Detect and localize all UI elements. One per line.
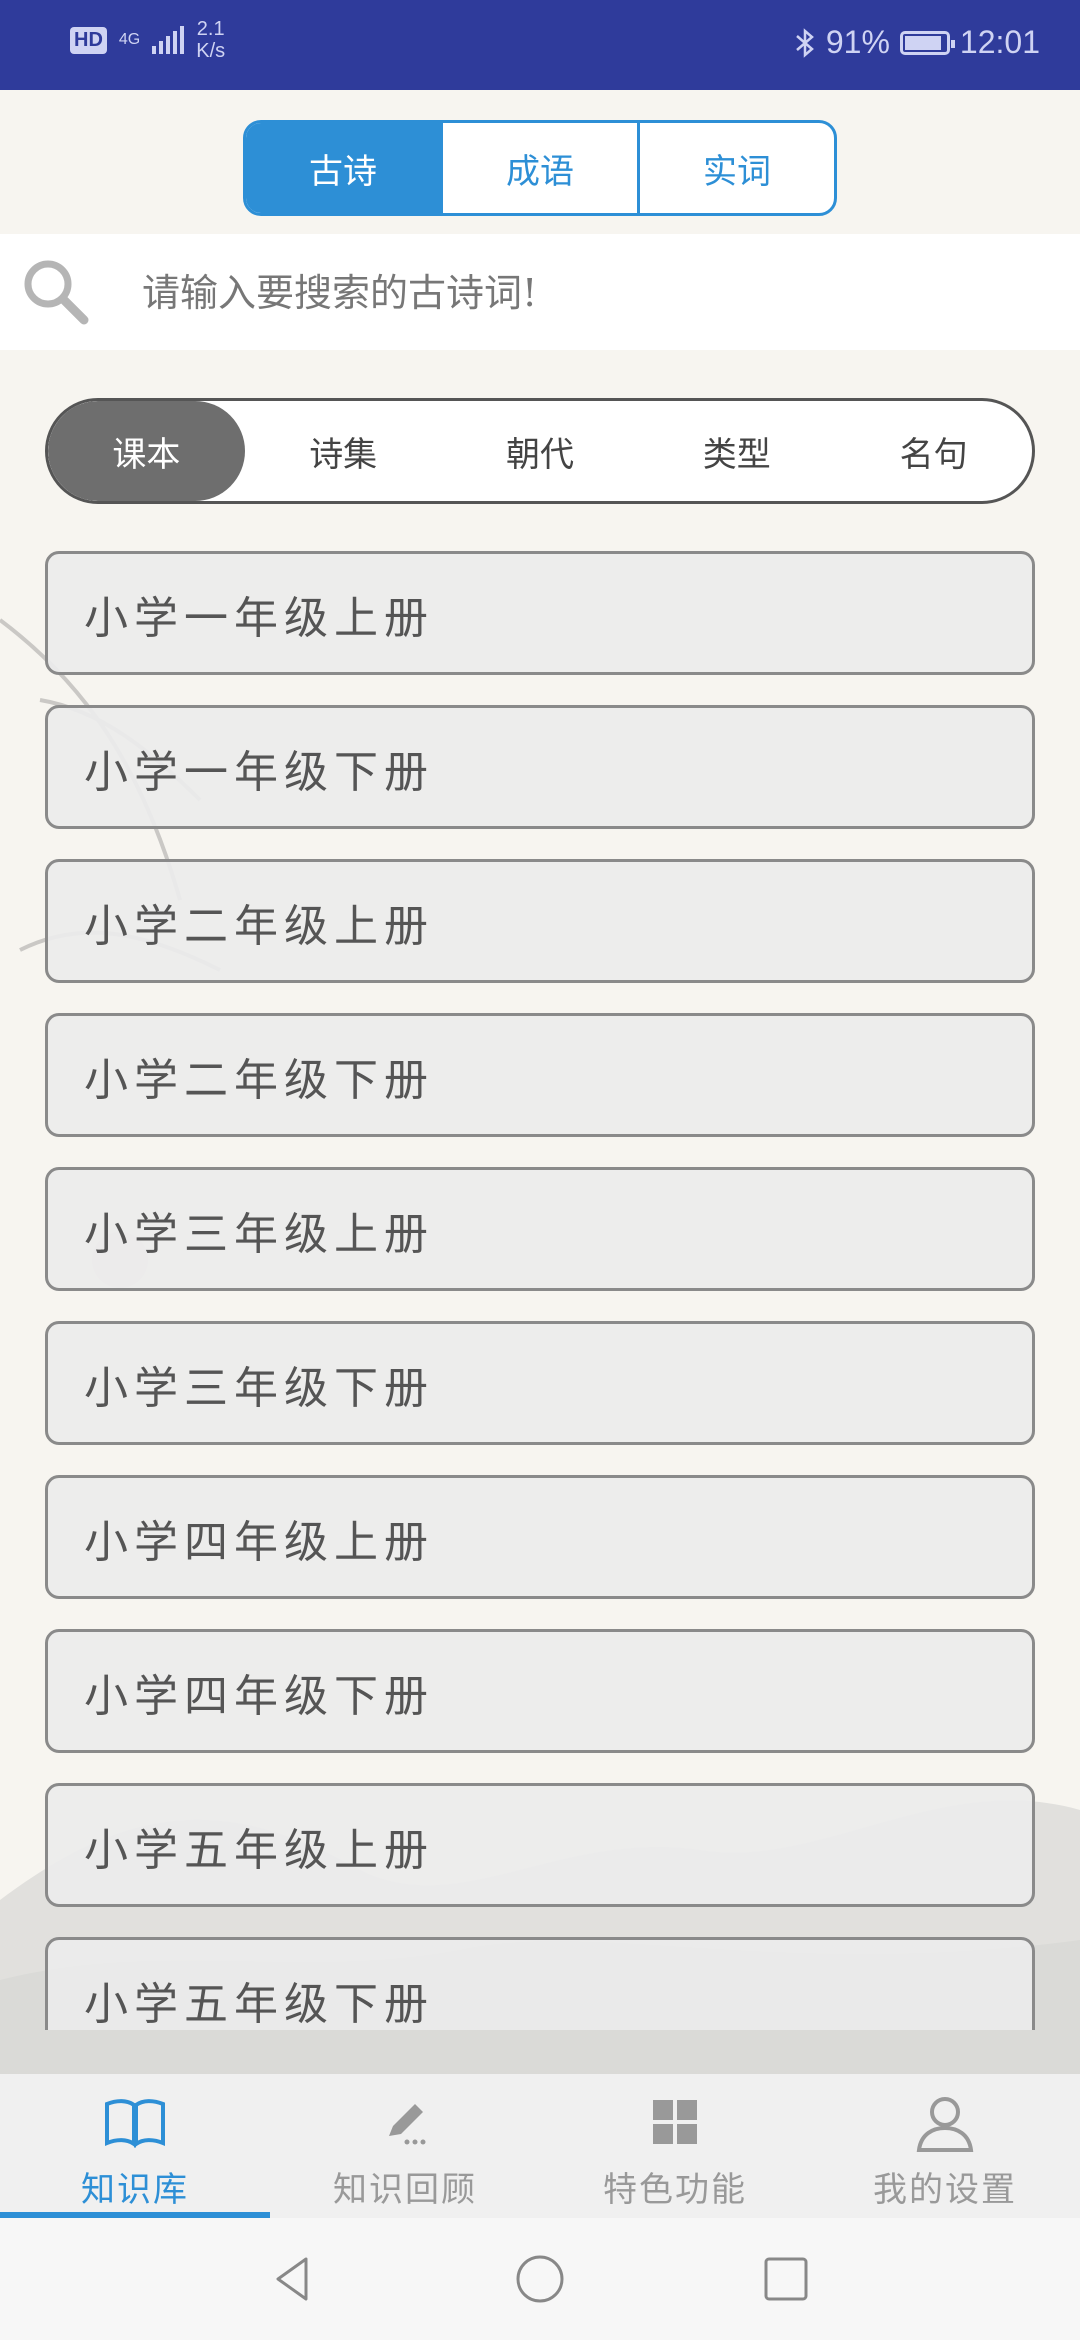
grid-icon — [653, 2100, 697, 2144]
clock: 12:01 — [959, 24, 1040, 60]
nav-my-settings[interactable]: 我的设置 — [810, 2074, 1080, 2218]
category-tab-label: 课本 — [112, 434, 181, 475]
category-tabs: 课本 诗集 朝代 类型 名句 — [45, 398, 1035, 504]
list-item-label: 小学一年级下册 — [84, 747, 434, 798]
tab-label: 古诗 — [309, 151, 377, 192]
battery-icon — [899, 30, 955, 55]
bluetooth-icon — [796, 27, 814, 58]
list-item[interactable]: 小学二年级下册 — [45, 1013, 1035, 1137]
category-tab-label: 名句 — [899, 434, 968, 475]
list-item[interactable]: 小学一年级上册 — [45, 551, 1035, 675]
content-type-tabs: 古诗 成语 实词 — [243, 120, 837, 216]
category-tab-famous-lines[interactable]: 名句 — [835, 401, 1032, 501]
battery-fill — [904, 35, 942, 50]
hd-badge: HD — [70, 26, 107, 54]
list-item-label: 小学四年级上册 — [84, 1517, 434, 1568]
list-item[interactable]: 小学四年级下册 — [45, 1629, 1035, 1753]
list-item[interactable]: 小学一年级下册 — [45, 705, 1035, 829]
category-tab-type[interactable]: 类型 — [638, 401, 835, 501]
network-speed: 2.1 K/s — [196, 18, 225, 62]
category-tab-dynasty[interactable]: 朝代 — [442, 401, 639, 501]
status-bar: HD 4G 2.1 K/s 91% 12:01 — [0, 0, 1080, 90]
list-item-label: 小学二年级上册 — [84, 901, 434, 952]
network-type: 4G — [118, 31, 141, 48]
list-item-label: 小学二年级下册 — [84, 1055, 434, 1106]
list-item[interactable]: 小学五年级上册 — [45, 1783, 1035, 1907]
nav-knowledge-base[interactable]: 知识库 — [0, 2074, 270, 2218]
list-item-label: 小学四年级下册 — [84, 1671, 434, 1722]
tab-label: 实词 — [703, 151, 771, 192]
list-item-label: 小学三年级上册 — [84, 1209, 434, 1260]
back-icon[interactable] — [266, 2251, 322, 2307]
volume-list: 小学一年级上册 小学一年级下册 小学二年级上册 小学二年级下册 小学三年级上册 … — [45, 551, 1035, 2030]
book-icon — [105, 2099, 165, 2148]
battery-percent: 91% — [825, 24, 890, 60]
status-left: HD 4G 2.1 K/s — [70, 18, 225, 62]
search-icon[interactable] — [20, 256, 92, 328]
bottom-nav: 知识库 知识回顾 特色功能 我的设置 — [0, 2074, 1080, 2218]
list-item[interactable]: 小学二年级上册 — [45, 859, 1035, 983]
list-item-label: 小学五年级上册 — [84, 1825, 434, 1876]
list-item[interactable]: 小学三年级下册 — [45, 1321, 1035, 1445]
signal-icon — [152, 26, 185, 54]
category-tab-label: 类型 — [702, 434, 771, 475]
speed-value: 2.1 — [196, 18, 225, 40]
nav-label: 特色功能 — [603, 2170, 747, 2210]
search-input[interactable] — [140, 234, 1044, 352]
list-item-label: 小学三年级下册 — [84, 1363, 434, 1414]
category-tab-label: 朝代 — [505, 434, 574, 475]
tab-poems[interactable]: 古诗 — [246, 123, 443, 213]
recents-icon[interactable] — [758, 2251, 814, 2307]
list-item-label: 小学一年级上册 — [84, 593, 434, 644]
category-tab-collection[interactable]: 诗集 — [245, 401, 442, 501]
user-icon — [916, 2097, 974, 2152]
nav-label: 知识库 — [81, 2170, 189, 2210]
list-item[interactable]: 小学四年级上册 — [45, 1475, 1035, 1599]
tab-idioms[interactable]: 成语 — [443, 123, 640, 213]
home-icon[interactable] — [512, 2251, 568, 2307]
list-item-label: 小学五年级下册 — [84, 1979, 434, 2030]
list-item[interactable]: 小学三年级上册 — [45, 1167, 1035, 1291]
speed-unit: K/s — [196, 40, 226, 62]
pencil-icon — [389, 2104, 426, 2145]
nav-knowledge-review[interactable]: 知识回顾 — [270, 2074, 540, 2218]
nav-special-features[interactable]: 特色功能 — [540, 2074, 810, 2218]
category-tab-label: 诗集 — [309, 434, 378, 475]
category-tab-textbook[interactable]: 课本 — [48, 401, 245, 501]
status-right: 91% 12:01 — [794, 24, 1040, 61]
system-nav-bar — [0, 2218, 1080, 2340]
search-bar — [0, 234, 1080, 352]
list-item[interactable]: 小学五年级下册 — [45, 1937, 1035, 2030]
tab-notional-words[interactable]: 实词 — [640, 123, 834, 213]
nav-label: 我的设置 — [873, 2170, 1017, 2210]
nav-label: 知识回顾 — [333, 2170, 477, 2210]
tab-label: 成语 — [506, 151, 574, 192]
